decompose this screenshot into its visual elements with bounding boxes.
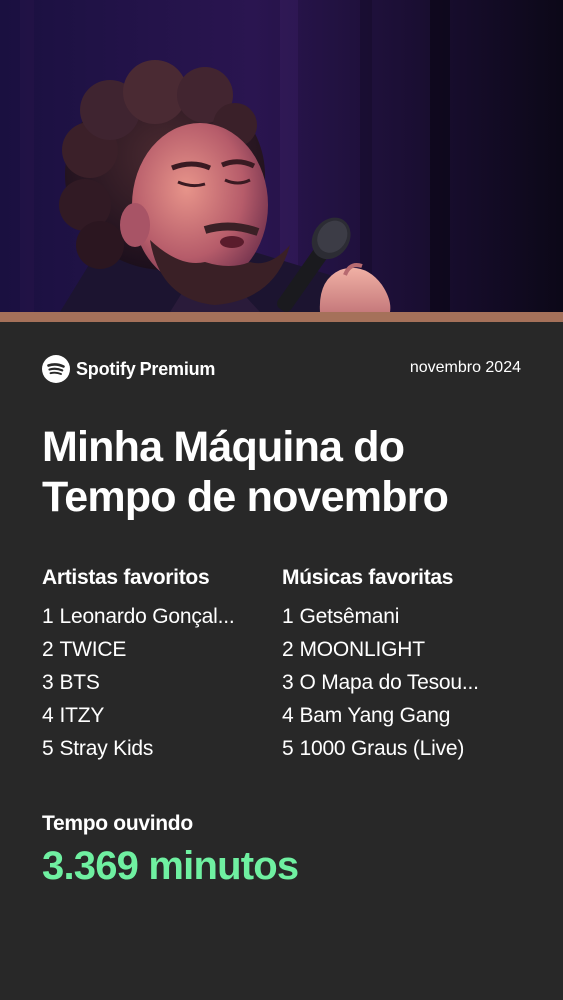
top-artists-heading: Artistas favoritos: [42, 566, 210, 589]
top-songs-heading: Músicas favoritas: [282, 566, 454, 589]
song-item: 4 Bam Yang Gang: [282, 699, 522, 732]
top-artists-section: Artistas favoritos 1 Leonardo Gonçal... 2…: [42, 562, 272, 765]
song-name: O Mapa do Tesou...: [299, 671, 479, 694]
artist-name: BTS: [59, 671, 100, 694]
brand-header: Spotify Premium: [42, 354, 215, 384]
rank-number: 5: [42, 737, 54, 760]
accent-divider: [0, 312, 563, 322]
song-item: 2 MOONLIGHT: [282, 633, 522, 666]
artist-item: 5 Stray Kids: [42, 732, 272, 765]
song-name: MOONLIGHT: [299, 638, 425, 661]
brand-name: Spotify: [76, 358, 136, 379]
listening-time-label: Tempo ouvindo: [42, 812, 193, 835]
artist-item: 2 TWICE: [42, 633, 272, 666]
rank-number: 5: [282, 737, 294, 760]
page-title: Minha Máquina do Tempo de novembro: [42, 422, 532, 522]
song-item: 3O Mapa do Tesou...: [282, 666, 522, 699]
song-name: 1000 Graus (Live): [299, 737, 465, 760]
hero-image: [0, 0, 563, 312]
song-item: 5 1000 Graus (Live): [282, 732, 522, 765]
rank-number: 1: [42, 605, 54, 628]
artist-name: TWICE: [59, 638, 127, 661]
rank-number: 3: [42, 671, 54, 694]
title-line-2: Tempo de novembro: [42, 473, 449, 521]
top-artists-list: 1 Leonardo Gonçal... 2 TWICE 3 BTS 4 ITZY 5S…: [42, 600, 272, 765]
artist-item: 1 Leonardo Gonçal...: [42, 600, 272, 633]
rank-number: 2: [42, 638, 54, 661]
rank-number: 1: [282, 605, 294, 628]
summary-card: Spotify Premium novembro 2024 Minha Máqu…: [0, 322, 563, 1000]
spotify-logo-icon: [42, 355, 70, 383]
brand-tier: Premium: [139, 358, 216, 379]
rank-number: 3: [282, 671, 294, 694]
rank-number: 4: [282, 704, 294, 727]
song-name: Getsêmani: [299, 605, 400, 628]
listening-time-value: 3.369 minutos: [42, 844, 299, 888]
performer-photo: [0, 0, 563, 312]
rank-number: 2: [282, 638, 294, 661]
artist-name: Stray Kids: [59, 737, 154, 760]
period-label: novembro 2024: [409, 359, 521, 376]
title-line-1: Minha Máquina do: [42, 423, 405, 471]
song-name: Bam Yang Gang: [299, 704, 451, 727]
artist-name: Leonardo Gonçal...: [59, 605, 235, 628]
artist-item: 3 BTS: [42, 666, 272, 699]
artist-item: 4 ITZY: [42, 699, 272, 732]
top-songs-section: Músicas favoritas 1 Getsêmani 2 MOONLIGHT …: [282, 562, 522, 765]
artist-name: ITZY: [59, 704, 105, 727]
song-item: 1 Getsêmani: [282, 600, 522, 633]
top-songs-list: 1 Getsêmani 2 MOONLIGHT 3O Mapa do Tesou..…: [282, 600, 522, 765]
rank-number: 4: [42, 704, 54, 727]
